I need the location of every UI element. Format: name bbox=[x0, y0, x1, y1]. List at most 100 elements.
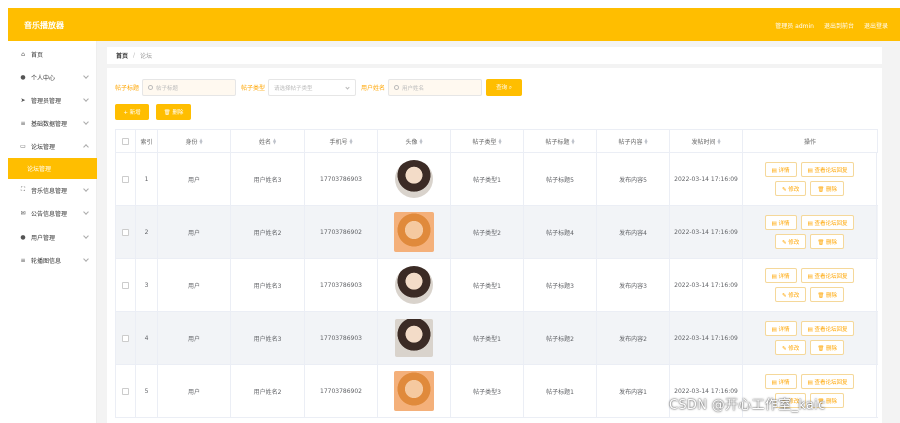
delete-button[interactable]: 🗑 删除 bbox=[810, 287, 845, 302]
cell-identity: 用户 bbox=[158, 365, 231, 417]
sidebar-item-label: 轮播图信息 bbox=[31, 257, 62, 265]
column-header[interactable]: 帖子标题 ▲ ▼ bbox=[524, 130, 597, 152]
select-all-checkbox-cell bbox=[116, 130, 136, 152]
view-reply-button[interactable]: ▤ 查看论坛回复 bbox=[800, 374, 855, 389]
sidebar-item-music[interactable]: ⛶ 音乐信息管理 bbox=[8, 180, 97, 200]
view-reply-button[interactable]: ▤ 查看论坛回复 bbox=[800, 215, 855, 230]
logout-link[interactable]: 退出登录 bbox=[864, 21, 888, 30]
watermark: CSDN @开心工作室_kaic bbox=[669, 398, 826, 413]
column-header[interactable]: 发帖时间 ▲ ▼ bbox=[670, 130, 743, 152]
cell-avatar bbox=[378, 365, 451, 417]
column-header: 索引 bbox=[136, 130, 158, 152]
add-button[interactable]: + 新增 bbox=[115, 104, 149, 120]
cell-title: 帖子标题5 bbox=[524, 153, 597, 205]
exit-to-front-link[interactable]: 退出到前台 bbox=[824, 21, 854, 30]
table-row: 4 用户 用户姓名3 17703786903 帖子类型1 帖子标题2 发布内容2… bbox=[115, 312, 878, 365]
row-checkbox-cell bbox=[116, 259, 136, 311]
column-header[interactable]: 头像 ▲ ▼ bbox=[378, 130, 451, 152]
column-header[interactable]: 手机号 ▲ ▼ bbox=[305, 130, 378, 152]
sidebar-item-basic-data[interactable]: ≡ 基础数据管理 bbox=[8, 113, 97, 133]
avatar bbox=[395, 266, 433, 304]
row-checkbox[interactable] bbox=[122, 281, 129, 289]
cell-type: 帖子类型1 bbox=[451, 312, 524, 364]
cell-avatar bbox=[378, 259, 451, 311]
cell-title: 帖子标题3 bbox=[524, 259, 597, 311]
table-row: 2 用户 用户姓名2 17703786902 帖子类型2 帖子标题4 发布内容4… bbox=[115, 206, 878, 259]
cell-identity: 用户 bbox=[158, 312, 231, 364]
breadcrumb: 首页 / 论坛 bbox=[107, 47, 882, 64]
detail-button[interactable]: ▤ 详情 bbox=[764, 321, 797, 336]
sidebar-item-carousel[interactable]: ≡ 轮播图信息 bbox=[8, 250, 97, 270]
row-checkbox-cell bbox=[116, 206, 136, 258]
cell-title: 帖子标题4 bbox=[524, 206, 597, 258]
sort-icon: ▲ ▼ bbox=[419, 137, 423, 145]
detail-button[interactable]: ▤ 详情 bbox=[764, 374, 797, 389]
detail-button[interactable]: ▤ 详情 bbox=[764, 215, 797, 230]
delete-button[interactable]: 🗑 删除 bbox=[810, 181, 845, 196]
row-checkbox[interactable] bbox=[122, 387, 129, 395]
view-reply-button[interactable]: ▤ 查看论坛回复 bbox=[800, 268, 855, 283]
column-header[interactable]: 身份 ▲ ▼ bbox=[158, 130, 231, 152]
column-header-label: 发帖时间 bbox=[691, 138, 716, 146]
sidebar-item-label: 首页 bbox=[31, 51, 44, 59]
delete-button[interactable]: 🗑 删除 bbox=[810, 340, 845, 355]
sidebar-item-label: 基础数据管理 bbox=[31, 120, 68, 128]
cell-avatar bbox=[378, 153, 451, 205]
column-header[interactable]: 帖子内容 ▲ ▼ bbox=[597, 130, 670, 152]
main-area: 首页 / 论坛 帖子标题 帖子标题 帖子类型 请选择帖子类型 用户姓名 用户姓名… bbox=[97, 41, 900, 423]
sidebar-item-forum[interactable]: ▭ 论坛管理 bbox=[8, 136, 97, 156]
top-right-links: 管理员 admin 退出到前台 退出登录 bbox=[775, 21, 888, 30]
sort-icon: ▲ ▼ bbox=[272, 137, 277, 145]
cell-identity: 用户 bbox=[158, 206, 231, 258]
column-header-label: 头像 bbox=[405, 138, 418, 146]
cell-time: 2022-03-14 17:16:09 bbox=[670, 153, 743, 205]
edit-button[interactable]: ✎ 修改 bbox=[774, 287, 807, 302]
type-select[interactable]: 请选择帖子类型 bbox=[268, 79, 357, 96]
chevron-down-icon bbox=[83, 73, 89, 79]
sidebar-subitem-forum-manage[interactable]: 论坛管理 bbox=[8, 158, 97, 179]
sidebar-item-notice[interactable]: ✉ 公告信息管理 bbox=[8, 203, 97, 223]
cell-type: 帖子类型1 bbox=[451, 153, 524, 205]
view-reply-button[interactable]: ▤ 查看论坛回复 bbox=[800, 162, 855, 177]
sort-icon: ▲ ▼ bbox=[498, 137, 502, 145]
column-header[interactable]: 帖子类型 ▲ ▼ bbox=[451, 130, 524, 152]
sidebar-item-admin[interactable]: ➤ 管理员管理 bbox=[8, 90, 97, 110]
delete-button[interactable]: 🗑 删除 bbox=[810, 234, 845, 249]
row-checkbox-cell bbox=[116, 312, 136, 364]
sidebar-item-home[interactable]: ⌂ 首页 bbox=[8, 44, 97, 64]
row-checkbox[interactable] bbox=[122, 175, 129, 183]
query-button[interactable]: 查询 ⌕ bbox=[486, 79, 523, 96]
cell-avatar bbox=[378, 206, 451, 258]
column-header-label: 手机号 bbox=[329, 138, 348, 146]
edit-button[interactable]: ✎ 修改 bbox=[774, 181, 807, 196]
cell-index: 4 bbox=[136, 312, 158, 364]
cell-content: 发布内容5 bbox=[597, 153, 670, 205]
cell-operations: ▤ 详情 ▤ 查看论坛回复 ✎ 修改 🗑 删除 bbox=[743, 312, 877, 364]
row-checkbox[interactable] bbox=[122, 334, 129, 342]
avatar bbox=[395, 319, 433, 357]
cell-operations: ▤ 详情 ▤ 查看论坛回复 ✎ 修改 🗑 删除 bbox=[743, 259, 877, 311]
chevron-down-icon bbox=[345, 85, 350, 90]
detail-button[interactable]: ▤ 详情 bbox=[764, 162, 797, 177]
breadcrumb-home[interactable]: 首页 bbox=[116, 51, 128, 60]
select-all-checkbox[interactable] bbox=[122, 137, 129, 145]
sidebar-item-label: 公告信息管理 bbox=[31, 210, 68, 218]
sidebar-item-label: 音乐信息管理 bbox=[31, 187, 68, 195]
table-body: 1 用户 用户姓名3 17703786903 帖子类型1 帖子标题5 发布内容5… bbox=[115, 153, 878, 418]
user-search-input[interactable]: 用户姓名 bbox=[388, 79, 483, 96]
row-checkbox[interactable] bbox=[122, 228, 129, 236]
table-header: 索引 身份 ▲ ▼ 姓名 ▲ ▼ 手机号 ▲ ▼ 头像 ▲ ▼ 帖子类型 ▲ ▼ 帖子标题 ▲ ▼ 帖子… bbox=[115, 129, 878, 153]
batch-delete-button[interactable]: 🗑 删除 bbox=[156, 104, 191, 120]
sidebar-item-profile[interactable]: ● 个人中心 bbox=[8, 67, 97, 87]
edit-button[interactable]: ✎ 修改 bbox=[774, 340, 807, 355]
title-search-input[interactable]: 帖子标题 bbox=[142, 79, 237, 96]
cell-title: 帖子标题2 bbox=[524, 312, 597, 364]
cell-content: 发布内容3 bbox=[597, 259, 670, 311]
title-label: 帖子标题 bbox=[115, 85, 140, 92]
view-reply-button[interactable]: ▤ 查看论坛回复 bbox=[800, 321, 855, 336]
column-header[interactable]: 姓名 ▲ ▼ bbox=[231, 130, 305, 152]
detail-button[interactable]: ▤ 详情 bbox=[764, 268, 797, 283]
sidebar-item-users[interactable]: ● 用户管理 bbox=[8, 227, 97, 247]
column-header-label: 帖子标题 bbox=[545, 138, 570, 146]
edit-button[interactable]: ✎ 修改 bbox=[774, 234, 807, 249]
